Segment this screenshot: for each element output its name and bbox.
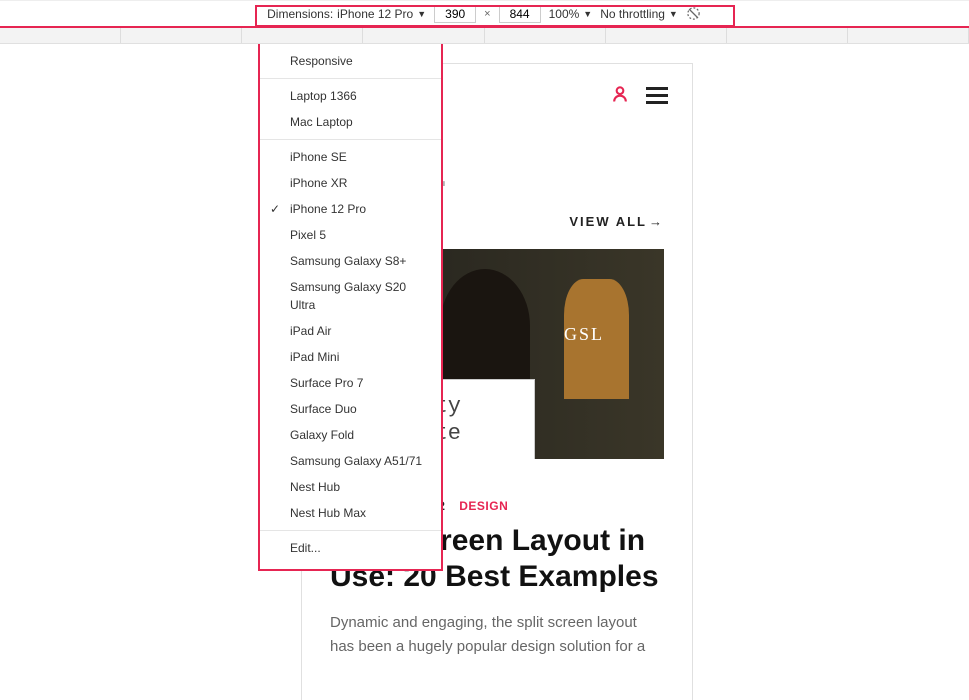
device-menu-item[interactable]: Surface Pro 7 <box>260 370 441 396</box>
device-menu-item[interactable]: Laptop 1366 <box>260 83 441 109</box>
device-menu-item[interactable]: Nest Hub Max <box>260 500 441 526</box>
device-menu-item[interactable]: Pixel 5 <box>260 222 441 248</box>
height-input[interactable] <box>499 5 541 23</box>
device-menu-item[interactable]: Surface Duo <box>260 396 441 422</box>
device-menu-item[interactable]: Samsung Galaxy S8+ <box>260 248 441 274</box>
rotate-device-button[interactable] <box>686 6 702 22</box>
device-dropdown-menu: Responsive Laptop 1366Mac Laptop iPhone SE… <box>258 44 443 571</box>
throttling-value: No throttling <box>600 7 665 21</box>
arrow-right-icon: → <box>649 214 664 229</box>
caret-down-icon: ▼ <box>669 9 678 19</box>
article-category-link[interactable]: DESIGN <box>459 499 508 513</box>
throttling-dropdown[interactable]: No throttling ▼ <box>600 7 678 21</box>
ruler <box>0 28 969 44</box>
user-icon[interactable] <box>610 84 630 107</box>
image-text-overlay: GSL <box>564 324 604 345</box>
device-menu-item[interactable]: iPhone 12 Pro <box>260 196 441 222</box>
device-menu-item[interactable]: Edit... <box>260 535 441 561</box>
caret-down-icon: ▼ <box>583 9 592 19</box>
device-menu-item[interactable]: iPhone SE <box>260 144 441 170</box>
device-menu-item[interactable]: iPhone XR <box>260 170 441 196</box>
width-input[interactable] <box>434 5 476 23</box>
device-toolbar: Dimensions: iPhone 12 Pro ▼ × 100% ▼ No … <box>0 0 969 28</box>
device-menu-item[interactable]: Galaxy Fold <box>260 422 441 448</box>
device-menu-item[interactable]: Responsive <box>260 48 441 74</box>
hamburger-menu-icon[interactable] <box>646 87 668 104</box>
dimensions-dropdown[interactable]: Dimensions: iPhone 12 Pro ▼ <box>267 7 426 21</box>
device-menu-item[interactable]: Nest Hub <box>260 474 441 500</box>
device-menu-item[interactable]: iPad Air <box>260 318 441 344</box>
viewport-area: Responsive Laptop 1366Mac Laptop iPhone SE… <box>0 44 969 700</box>
device-menu-item[interactable]: Samsung Galaxy S20 Ultra <box>260 274 441 318</box>
view-all-label: VIEW ALL <box>569 214 647 229</box>
caret-down-icon: ▼ <box>417 9 426 19</box>
device-menu-item[interactable]: Mac Laptop <box>260 109 441 135</box>
zoom-dropdown[interactable]: 100% ▼ <box>549 7 593 21</box>
dimension-separator: × <box>484 8 490 20</box>
device-menu-item[interactable]: Samsung Galaxy A51/71 <box>260 448 441 474</box>
device-menu-item[interactable]: iPad Mini <box>260 344 441 370</box>
zoom-value: 100% <box>549 7 580 21</box>
dimensions-device-name: iPhone 12 Pro <box>337 7 413 21</box>
article-excerpt: Dynamic and engaging, the split screen l… <box>302 605 692 665</box>
dimensions-prefix: Dimensions: <box>267 7 333 21</box>
